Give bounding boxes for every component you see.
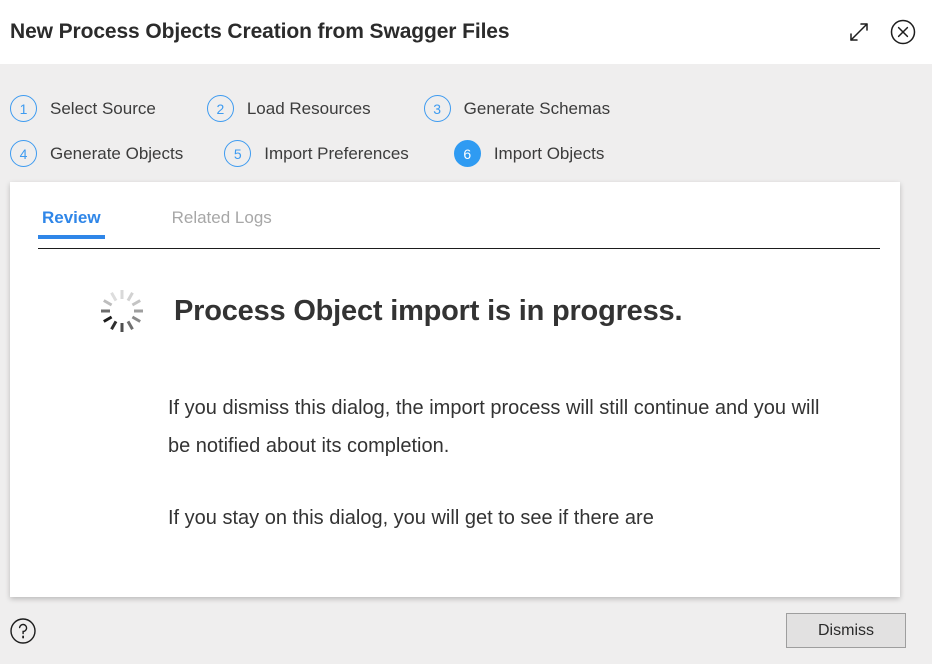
step-label: Select Source [50, 98, 156, 118]
dismiss-info-paragraph: If you dismiss this dialog, the import p… [168, 397, 820, 457]
step-number-badge: 2 [206, 95, 234, 122]
step-import-objects[interactable]: 6 Import Objects [453, 140, 605, 167]
import-status-heading: Process Object import is in progress. [174, 294, 683, 327]
page-title: New Process Objects Creation from Swagge… [10, 20, 510, 43]
step-number-badge: 1 [10, 95, 37, 122]
step-select-source[interactable]: 1 Select Source [10, 95, 156, 122]
dialog-footer: Dismiss [0, 597, 932, 664]
wizard-steps-row-2: 4 Generate Objects 5 Import Preferences … [0, 131, 932, 176]
swagger-import-dialog: New Process Objects Creation from Swagge… [0, 0, 932, 664]
stay-info-paragraph: If you stay on this dialog, you will get… [168, 507, 654, 529]
panel-tabs: Review Related Logs [10, 182, 900, 239]
review-panel: Review Related Logs Process Object impor… [10, 182, 900, 597]
step-label: Load Resources [246, 98, 371, 118]
step-label: Import Objects [493, 143, 605, 163]
review-tab-content: Process Object import is in progress. If… [10, 239, 900, 588]
tab-related-logs[interactable]: Related Logs [168, 208, 276, 239]
step-number-badge: 5 [224, 140, 252, 167]
close-circle-icon[interactable] [888, 17, 918, 47]
step-label: Generate Objects [50, 143, 184, 163]
dismiss-button[interactable]: Dismiss [786, 613, 906, 648]
content-area: Review Related Logs Process Object impor… [0, 182, 932, 597]
help-circle-icon[interactable] [8, 616, 38, 646]
step-generate-schemas[interactable]: 3 Generate Schemas [423, 95, 611, 122]
wizard-steps: 1 Select Source 2 Load Resources 3 Gener… [0, 64, 932, 182]
loading-spinner-icon [96, 285, 148, 337]
step-generate-objects[interactable]: 4 Generate Objects [10, 140, 183, 167]
step-label: Import Preferences [264, 143, 409, 163]
step-load-resources[interactable]: 2 Load Resources [206, 95, 371, 122]
expand-diagonal-arrows-icon[interactable] [844, 17, 874, 47]
step-number-badge: 3 [423, 95, 451, 122]
import-status-row: Process Object import is in progress. [38, 285, 872, 337]
step-label: Generate Schemas [463, 98, 611, 118]
dialog-title-bar: New Process Objects Creation from Swagge… [0, 0, 932, 64]
step-number-badge: 4 [10, 140, 37, 167]
step-number-badge: 6 [453, 140, 481, 167]
tab-review[interactable]: Review [38, 208, 105, 239]
wizard-steps-row-1: 1 Select Source 2 Load Resources 3 Gener… [0, 86, 932, 131]
step-import-preferences[interactable]: 5 Import Preferences [224, 140, 409, 167]
title-bar-actions [844, 17, 918, 47]
